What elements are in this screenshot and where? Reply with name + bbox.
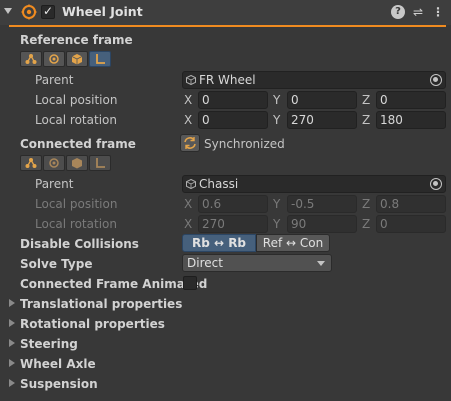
object-picker-icon[interactable] (430, 178, 442, 190)
chevron-right-icon[interactable] (9, 379, 15, 387)
ref-position-z-field[interactable]: 0 (376, 91, 446, 109)
axis-y-label: Y (273, 197, 281, 211)
con-local-position-label: Local position (35, 197, 118, 211)
solve-type-value: Direct (187, 256, 223, 270)
connected-frame-label: Connected frame (20, 137, 136, 151)
axis-y-label: Y (273, 113, 281, 127)
help-icon[interactable]: ? (391, 5, 405, 19)
con-parent-label: Parent (35, 177, 74, 191)
connected-frame-animated-label: Connected Frame Animated (20, 277, 208, 291)
con-local-rotation-label: Local rotation (35, 217, 117, 231)
header-accent-line (9, 25, 446, 27)
section-steering[interactable]: Steering (20, 337, 78, 351)
reference-frame-label: Reference frame (20, 33, 133, 47)
con-position-y-field: -0.5 (287, 195, 357, 213)
kebab-menu-icon[interactable]: ⋮ (431, 5, 445, 19)
target-center-icon (43, 155, 65, 171)
solve-type-dropdown[interactable]: Direct (182, 254, 332, 272)
ref-position-y-field[interactable]: 0 (287, 91, 357, 109)
chevron-right-icon[interactable] (9, 339, 15, 347)
wheel-joint-icon (21, 4, 37, 20)
axis-x-label: X (184, 113, 193, 127)
axis-z-label: Z (362, 217, 371, 231)
enabled-checkbox[interactable]: ✓ (41, 4, 55, 19)
ref-local-rotation-label: Local rotation (35, 113, 117, 127)
section-translational-properties[interactable]: Translational properties (20, 297, 182, 311)
synchronize-button[interactable] (180, 134, 200, 152)
ref-parent-field[interactable]: FR Wheel (182, 71, 446, 89)
section-suspension[interactable]: Suspension (20, 377, 98, 391)
bone-icon[interactable] (20, 51, 42, 67)
synchronized-label: Synchronized (204, 137, 285, 151)
con-position-z-field: 0.8 (376, 195, 446, 213)
box-icon[interactable] (66, 51, 88, 67)
axis-icon[interactable] (89, 51, 111, 67)
axis-z-label: Z (362, 93, 371, 107)
section-wheel-axle[interactable]: Wheel Axle (20, 357, 96, 371)
foldout-arrow-icon[interactable] (4, 8, 12, 14)
ref-parent-label: Parent (35, 73, 74, 87)
con-rotation-x-field: 270 (198, 215, 268, 233)
checkmark-icon: ✓ (43, 4, 54, 18)
section-rotational-properties[interactable]: Rotational properties (20, 317, 165, 331)
presets-icon[interactable]: ⇌ (411, 5, 425, 19)
object-picker-icon[interactable] (430, 74, 442, 86)
component-title: Wheel Joint (62, 4, 143, 19)
sync-icon (184, 137, 196, 149)
rb-rb-toggle[interactable]: Rb ↔ Rb (182, 234, 256, 252)
axis-y-label: Y (273, 93, 281, 107)
component-header[interactable]: ✓ Wheel Joint ? ⇌ ⋮ (0, 0, 451, 25)
axis-y-label: Y (273, 217, 281, 231)
disable-collisions-label: Disable Collisions (20, 237, 139, 251)
ref-position-x-field[interactable]: 0 (198, 91, 268, 109)
axis-z-label: Z (362, 197, 371, 211)
con-parent-value: Chassi (199, 177, 239, 191)
axis-x-label: X (184, 197, 193, 211)
box-icon (66, 155, 88, 171)
chevron-right-icon[interactable] (9, 319, 15, 327)
gameobject-icon (186, 75, 196, 85)
ref-rotation-y-field[interactable]: 270 (287, 111, 357, 129)
bone-icon (20, 155, 42, 171)
con-rotation-z-field: 0 (376, 215, 446, 233)
ref-parent-value: FR Wheel (199, 73, 256, 87)
con-rotation-y-field: 90 (287, 215, 357, 233)
axis-z-label: Z (362, 113, 371, 127)
solve-type-label: Solve Type (20, 257, 93, 271)
axis-x-label: X (184, 217, 193, 231)
ref-rotation-x-field[interactable]: 0 (198, 111, 268, 129)
con-position-x-field: 0.6 (198, 195, 268, 213)
gameobject-icon (186, 179, 196, 189)
chevron-down-icon (317, 261, 325, 266)
connected-frame-animated-checkbox[interactable] (183, 276, 197, 290)
ref-rotation-z-field[interactable]: 180 (376, 111, 446, 129)
chevron-right-icon[interactable] (9, 359, 15, 367)
ref-local-position-label: Local position (35, 93, 118, 107)
chevron-right-icon[interactable] (9, 299, 15, 307)
con-parent-field[interactable]: Chassi (182, 175, 446, 193)
axis-icon (89, 155, 111, 171)
target-center-icon[interactable] (43, 51, 65, 67)
axis-x-label: X (184, 93, 193, 107)
ref-con-toggle[interactable]: Ref ↔ Con (256, 234, 330, 252)
